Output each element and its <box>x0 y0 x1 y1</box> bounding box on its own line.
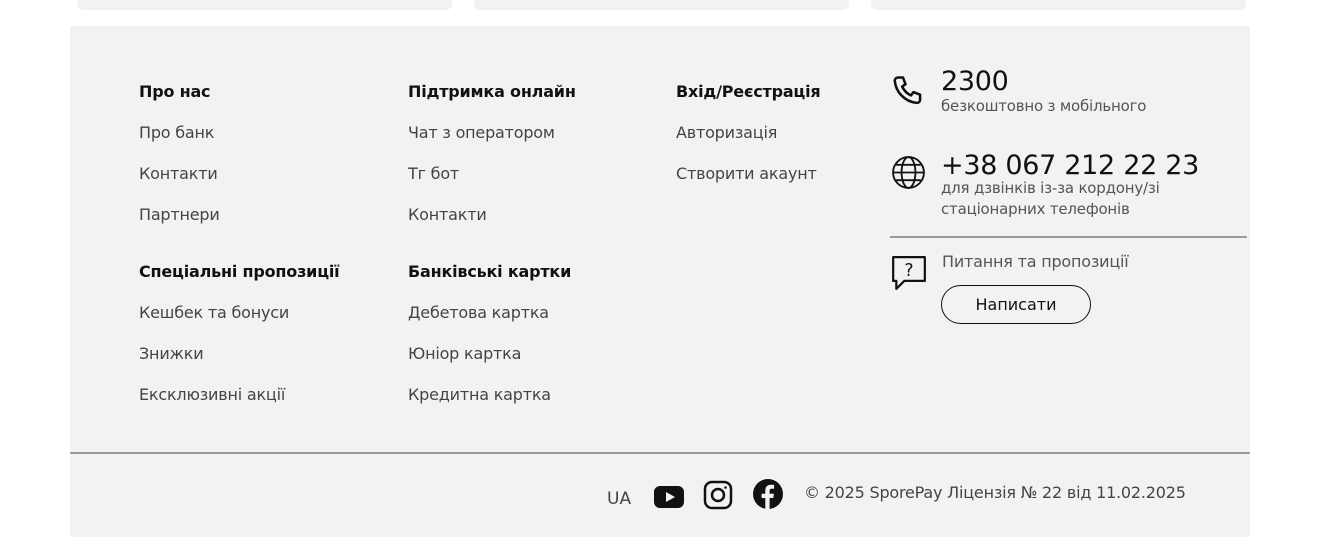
footer-column-offers: Спеціальні пропозиції Кешбек та бонуси З… <box>139 262 340 404</box>
youtube-icon[interactable] <box>653 481 685 517</box>
write-button[interactable]: Написати <box>941 285 1091 324</box>
footer-link-telegram-bot[interactable]: Тг бот <box>408 164 459 183</box>
footer-link-operator-chat[interactable]: Чат з оператором <box>408 123 555 142</box>
short-phone-note: безкоштовно з мобільного <box>941 97 1147 115</box>
footer-column-support: Підтримка онлайн Чат з оператором Тг бот… <box>408 82 576 224</box>
copyright-text: © 2025 SporePay Ліцензія № 22 від 11.02.… <box>804 483 1186 502</box>
intl-phone-note-line1: для дзвінків із-за кордону/зі <box>941 179 1160 197</box>
footer-link-discounts[interactable]: Знижки <box>139 344 204 363</box>
footer-link-exclusive[interactable]: Ексклюзивні акції <box>139 385 285 404</box>
top-card <box>871 0 1246 10</box>
footer-divider <box>70 452 1250 454</box>
intl-phone-note-line2: стаціонарних телефонів <box>941 200 1130 218</box>
footer-column-cards: Банківські картки Дебетова картка Юніор … <box>408 262 572 404</box>
footer-column-about: Про нас Про банк Контакти Партнери <box>139 82 220 224</box>
footer-link-cashback[interactable]: Кешбек та бонуси <box>139 303 289 322</box>
footer-link-contacts[interactable]: Контакти <box>139 164 218 183</box>
footer-column-login: Вхід/Реєстрація Авторизація Створити ака… <box>676 82 821 183</box>
footer-heading-support: Підтримка онлайн <box>408 82 576 101</box>
intl-phone-number[interactable]: +38 067 212 22 23 <box>941 150 1199 181</box>
site-footer: Про нас Про банк Контакти Партнери Підтр… <box>70 26 1250 537</box>
short-phone-number[interactable]: 2300 <box>941 66 1009 97</box>
footer-link-partners[interactable]: Партнери <box>139 205 220 224</box>
top-card <box>474 0 849 10</box>
question-chat-icon: ? <box>890 254 928 296</box>
svg-text:?: ? <box>904 261 913 281</box>
footer-link-junior-card[interactable]: Юніор картка <box>408 344 521 363</box>
phone-icon <box>890 72 928 114</box>
footer-heading-cards: Банківські картки <box>408 262 572 281</box>
footer-bottom-bar: UA © 2025 SporePay Ліцензія № 22 від 11.… <box>70 478 1250 537</box>
footer-link-credit-card[interactable]: Кредитна картка <box>408 385 551 404</box>
footer-heading-offers: Спеціальні пропозиції <box>139 262 340 281</box>
facebook-icon[interactable] <box>752 478 784 514</box>
globe-icon <box>890 154 927 195</box>
footer-heading-login: Вхід/Реєстрація <box>676 82 821 101</box>
feedback-label: Питання та пропозиції <box>942 252 1129 271</box>
language-switcher[interactable]: UA <box>607 489 631 509</box>
footer-link-debit-card[interactable]: Дебетова картка <box>408 303 549 322</box>
top-card <box>77 0 452 10</box>
footer-heading-about: Про нас <box>139 82 211 101</box>
footer-link-authorization[interactable]: Авторизація <box>676 123 777 142</box>
footer-link-create-account[interactable]: Створити акаунт <box>676 164 817 183</box>
footer-link-about-bank[interactable]: Про банк <box>139 123 214 142</box>
contacts-divider <box>890 236 1247 238</box>
instagram-icon[interactable] <box>702 479 734 515</box>
footer-link-support-contacts[interactable]: Контакти <box>408 205 487 224</box>
